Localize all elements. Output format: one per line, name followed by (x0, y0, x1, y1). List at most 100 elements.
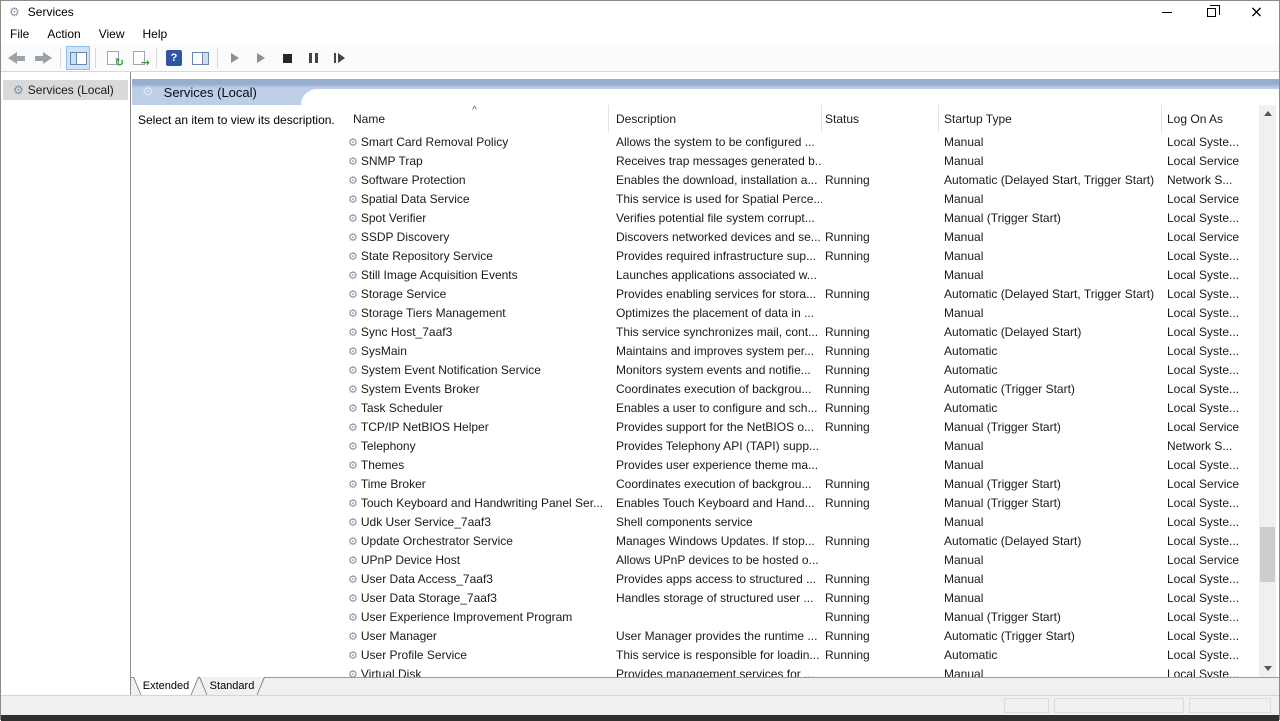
resume-service-button[interactable] (249, 46, 273, 70)
export-list-button[interactable]: → (127, 46, 151, 70)
service-row[interactable]: ⚙ User Manager User Manager provides the… (341, 627, 1258, 646)
service-description-cell: User Manager provides the runtime ... (609, 627, 822, 646)
service-row[interactable]: ⚙ Smart Card Removal Policy Allows the s… (341, 133, 1258, 152)
service-row[interactable]: ⚙ Virtual Disk Provides management servi… (341, 665, 1258, 677)
service-name-cell: ⚙ System Event Notification Service (341, 361, 609, 380)
service-row[interactable]: ⚙ User Experience Improvement Program Ru… (341, 608, 1258, 627)
service-startup-type-cell: Manual (939, 570, 1162, 589)
service-row[interactable]: ⚙ Telephony Provides Telephony API (TAPI… (341, 437, 1258, 456)
restart-service-button[interactable] (327, 46, 351, 70)
service-name-cell: ⚙ SysMain (341, 342, 609, 361)
menu-view[interactable]: View (90, 23, 134, 45)
service-description-cell: Optimizes the placement of data in ... (609, 304, 822, 323)
service-row[interactable]: ⚙ Spot Verifier Verifies potential file … (341, 209, 1258, 228)
service-row[interactable]: ⚙ User Data Access_7aaf3 Provides apps a… (341, 570, 1258, 589)
forward-button[interactable] (31, 46, 55, 70)
help-button[interactable]: ? (162, 46, 186, 70)
toolbar: ↻ → ? (1, 45, 1279, 72)
menu-action[interactable]: Action (38, 23, 89, 45)
column-header-startup-type[interactable]: Startup Type (939, 105, 1162, 133)
service-description-cell: Provides Telephony API (TAPI) supp... (609, 437, 822, 456)
service-status-cell: Running (822, 228, 939, 247)
service-log-on-as-cell: Local Service (1162, 228, 1258, 247)
service-description-cell: Allows the system to be configured ... (609, 133, 822, 152)
column-header-status[interactable]: Status (822, 105, 939, 133)
stop-service-button[interactable] (275, 46, 299, 70)
column-header-log-on-as[interactable]: Log On As (1162, 105, 1258, 133)
service-name-cell: ⚙ User Experience Improvement Program (341, 608, 609, 627)
service-log-on-as-cell: Local Syste... (1162, 342, 1258, 361)
service-row[interactable]: ⚙ System Event Notification Service Moni… (341, 361, 1258, 380)
scrollbar-thumb[interactable] (1260, 527, 1275, 582)
service-status-cell: Running (822, 494, 939, 513)
column-header-name[interactable]: ^ Name (341, 105, 609, 133)
scroll-up-button[interactable] (1259, 105, 1276, 122)
start-service-icon (231, 53, 239, 63)
show-action-pane-button[interactable] (188, 46, 212, 70)
service-row[interactable]: ⚙ Spatial Data Service This service is u… (341, 190, 1258, 209)
service-log-on-as-cell: Local Syste... (1162, 532, 1258, 551)
service-startup-type-cell: Manual (Trigger Start) (939, 494, 1162, 513)
service-row[interactable]: ⚙ SNMP Trap Receives trap messages gener… (341, 152, 1258, 171)
taskbar-edge (1, 715, 1279, 721)
tab-standard[interactable]: Standard (199, 677, 265, 696)
tree-item-services-local[interactable]: ⚙ Services (Local) (3, 80, 128, 100)
service-row[interactable]: ⚙ Sync Host_7aaf3 This service synchroni… (341, 323, 1258, 342)
service-row[interactable]: ⚙ Time Broker Coordinates execution of b… (341, 475, 1258, 494)
service-row[interactable]: ⚙ Themes Provides user experience theme … (341, 456, 1258, 475)
service-row[interactable]: ⚙ System Events Broker Coordinates execu… (341, 380, 1258, 399)
service-status-cell (822, 190, 939, 209)
service-status-cell (822, 133, 939, 152)
menu-help[interactable]: Help (134, 23, 177, 45)
service-startup-type-cell: Automatic (939, 361, 1162, 380)
service-row[interactable]: ⚙ Udk User Service_7aaf3 Shell component… (341, 513, 1258, 532)
service-row[interactable]: ⚙ User Data Storage_7aaf3 Handles storag… (341, 589, 1258, 608)
service-name-cell: ⚙ SNMP Trap (341, 152, 609, 171)
back-button[interactable] (5, 46, 29, 70)
service-row[interactable]: ⚙ SysMain Maintains and improves system … (341, 342, 1258, 361)
service-name-cell: ⚙ Themes (341, 456, 609, 475)
help-icon: ? (166, 50, 182, 66)
service-row[interactable]: ⚙ Touch Keyboard and Handwriting Panel S… (341, 494, 1258, 513)
menu-file[interactable]: File (1, 23, 38, 45)
tab-extended[interactable]: Extended (133, 677, 199, 696)
column-header-description[interactable]: Description (609, 105, 822, 133)
service-row[interactable]: ⚙ Update Orchestrator Service Manages Wi… (341, 532, 1258, 551)
vertical-scrollbar[interactable] (1259, 105, 1276, 677)
service-status-cell (822, 304, 939, 323)
service-startup-type-cell: Manual (939, 304, 1162, 323)
pause-service-button[interactable] (301, 46, 325, 70)
service-startup-type-cell: Automatic (939, 646, 1162, 665)
service-description-cell: Shell components service (609, 513, 822, 532)
service-row[interactable]: ⚙ Task Scheduler Enables a user to confi… (341, 399, 1258, 418)
close-button[interactable]: × (1234, 1, 1279, 23)
service-status-cell (822, 437, 939, 456)
scroll-down-button[interactable] (1259, 660, 1276, 677)
service-name-cell: ⚙ Time Broker (341, 475, 609, 494)
service-row[interactable]: ⚙ User Profile Service This service is r… (341, 646, 1258, 665)
service-row[interactable]: ⚙ Software Protection Enables the downlo… (341, 171, 1258, 190)
service-status-cell (822, 513, 939, 532)
service-gear-icon: ⚙ (348, 456, 358, 475)
service-row[interactable]: ⚙ SSDP Discovery Discovers networked dev… (341, 228, 1258, 247)
service-row[interactable]: ⚙ Storage Service Provides enabling serv… (341, 285, 1258, 304)
service-description-cell: Provides apps access to structured ... (609, 570, 822, 589)
service-row[interactable]: ⚙ State Repository Service Provides requ… (341, 247, 1258, 266)
service-log-on-as-cell: Local Syste... (1162, 133, 1258, 152)
service-row[interactable]: ⚙ Storage Tiers Management Optimizes the… (341, 304, 1258, 323)
minimize-button[interactable] (1144, 1, 1189, 23)
show-console-tree-button[interactable] (66, 46, 90, 70)
restore-button[interactable] (1189, 1, 1234, 23)
titlebar: ⚙ Services × (1, 1, 1279, 23)
service-row[interactable]: ⚙ TCP/IP NetBIOS Helper Provides support… (341, 418, 1258, 437)
service-gear-icon: ⚙ (348, 665, 358, 677)
service-name-cell: ⚙ Virtual Disk (341, 665, 609, 677)
service-gear-icon: ⚙ (348, 266, 358, 285)
refresh-button[interactable]: ↻ (101, 46, 125, 70)
service-row[interactable]: ⚙ Still Image Acquisition Events Launche… (341, 266, 1258, 285)
service-startup-type-cell: Manual (939, 456, 1162, 475)
service-startup-type-cell: Manual (939, 551, 1162, 570)
service-startup-type-cell: Automatic (Delayed Start) (939, 532, 1162, 551)
service-row[interactable]: ⚙ UPnP Device Host Allows UPnP devices t… (341, 551, 1258, 570)
start-service-button[interactable] (223, 46, 247, 70)
